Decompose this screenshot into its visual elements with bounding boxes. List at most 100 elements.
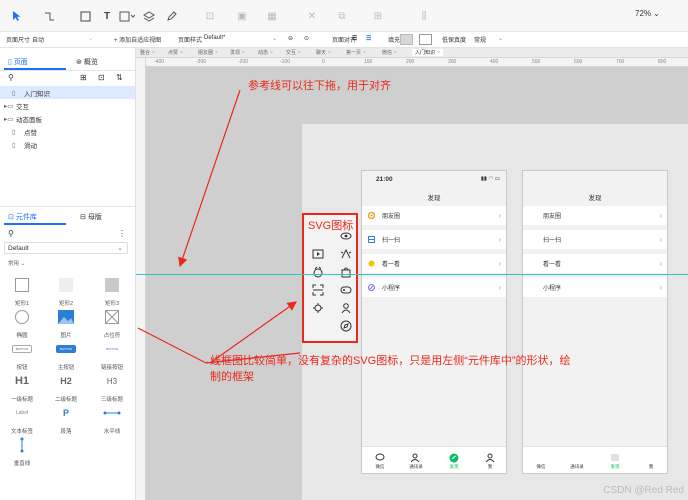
add-adaptive-view-button[interactable]: + 添加自适应视图 [114,35,161,44]
page-style-select[interactable]: Default* [204,35,225,41]
horizontal-line-icon [103,403,121,423]
pen-tool-icon[interactable] [164,9,178,23]
library-menu-icon[interactable]: ⋮ [118,229,126,238]
page-tree-item-label: 动态面板 [16,116,42,124]
page-tree-item[interactable]: ▸▭ 动态面板 [0,112,135,125]
widget-item[interactable]: P 段落 [46,401,86,441]
tab-outline-label: 概览 [83,59,98,66]
library-search-icon[interactable]: ⚲ [8,229,14,238]
page-tree-item-label: 点赞 [24,129,37,137]
crop-icon[interactable]: ⊡ [204,9,216,23]
page-tree-item[interactable]: ▯ 入门知识 [0,86,135,99]
layers-tool-icon[interactable] [140,9,162,23]
rotate-icon[interactable]: ⫼ [418,9,430,23]
property-bar: 页面尺寸 自动 ⌄ + 添加自适应视图 页面样式 Default* ⌄ ⊖ ⊙ … [0,32,688,48]
image-tool-icon[interactable] [116,9,138,23]
link-button-shape: BUTTON [105,347,119,351]
canvas-page-tab[interactable]: 第一页 × [346,49,366,56]
tab-pages[interactable]: ▯ 页面 [8,57,28,67]
canvas-page-tab[interactable]: 入门知识 × [412,49,443,56]
page-tree-item[interactable]: ▯ 滑动 [0,138,135,151]
close-tab-icon[interactable]: × [394,50,397,56]
page-icon: ▯ [12,141,16,149]
page-style-icon[interactable]: ⊖ [288,35,293,42]
canvas-page-tab[interactable]: 聊天 × [316,49,331,56]
section-common[interactable]: 常用 ⌄ [8,259,25,267]
tab-masters[interactable]: ⊟ 母版 [80,212,102,222]
page-icon: ▯ [12,128,16,136]
align-center-icon[interactable]: ☰ [366,35,371,42]
group-icon[interactable]: ▣ [236,9,248,23]
page-size-select[interactable]: 自动 [32,35,44,44]
select-tool-icon[interactable] [8,9,26,23]
tab-library-label: 元件库 [15,214,37,221]
zoom-level[interactable]: 72% ⌄ [635,9,660,18]
annotation-bottom-text-line1: 线框图比较简单，没有复杂的SVG图标，只是用左侧“元件库中”的形状，绘 [210,355,571,367]
close-tab-icon[interactable]: × [270,50,273,56]
close-tab-icon[interactable]: × [152,50,155,56]
close-tab-icon[interactable]: × [215,50,218,56]
ellipse-shape [15,307,29,327]
close-tab-icon[interactable]: × [437,50,440,56]
close-tab-icon[interactable]: × [242,50,245,56]
close-tab-icon[interactable]: × [180,50,183,56]
lock-icon[interactable]: ⊞ [372,9,384,23]
page-tree-item[interactable]: ▸▭ 交互 [0,99,135,112]
low-fidelity-select[interactable]: 常规 [474,35,486,44]
masters-icon: ⊟ [80,214,86,221]
low-fidelity-label: 低保真度 [442,38,467,44]
h2-glyph: H2 [60,376,72,386]
canvas-page-tab[interactable]: 点赞 × [168,49,183,56]
connector-tool-icon[interactable] [42,9,56,23]
canvas-page-tab-label: 入门知识 [415,50,436,56]
close-tab-icon[interactable]: × [363,50,366,56]
library-icon: ⊡ [8,214,14,221]
close-tab-icon[interactable]: × [298,50,301,56]
widget-item[interactable]: 垂直线 [2,433,42,473]
fill-color-swatch[interactable] [400,34,413,45]
canvas-page-tab[interactable]: 发现 × [230,49,245,56]
collapse-icon[interactable]: ⇅ [116,73,123,82]
add-folder-icon[interactable]: ⊡ [98,73,105,82]
library-select-value: Default [8,245,29,252]
fill-image-button[interactable] [419,34,432,45]
distribute-icon[interactable]: ✕ [306,9,318,23]
annotation-arrows [137,89,301,364]
fill-label: 填充 [388,38,401,44]
canvas-page-tab[interactable]: 整合 × [140,49,155,56]
divider [0,206,135,207]
canvas-page-tab-label: 整合 [140,50,151,56]
widget-label: 段落 [60,429,72,435]
page-icon: ▯ [12,89,16,97]
tab-library-underline [4,223,66,225]
divider [0,70,135,71]
canvas-page-tab-label: 点赞 [168,50,179,56]
folder-icon: ▸▭ [4,115,14,123]
canvas-page-tab[interactable]: 微信 × [382,49,397,56]
add-page-icon[interactable]: ⊞ [80,73,87,82]
tab-outline[interactable]: ⊛ 概览 [76,57,98,67]
page-tree-item[interactable]: ▯ 点赞 [0,125,135,138]
text-tool-icon[interactable]: T [100,9,114,23]
page-tree-item-label: 入门知识 [24,90,50,98]
canvas-page-tab[interactable]: 动态 × [258,49,273,56]
tab-pages-label: 页面 [13,59,28,66]
canvas-page-tab-label: 朋友圈 [198,50,214,56]
library-select[interactable]: Default ⌄ [4,242,128,254]
align-left-icon[interactable]: ☰ [352,35,357,42]
widget-item[interactable]: 水平线 [92,401,132,441]
vertical-line-icon [19,435,25,455]
page-style-edit-icon[interactable]: ⊙ [304,35,309,42]
close-tab-icon[interactable]: × [328,50,331,56]
canvas-page-tab[interactable]: 交互 × [286,49,301,56]
bring-front-icon[interactable]: ⧉ [336,9,348,23]
canvas-page-tab-label: 动态 [258,50,269,56]
canvas-page-tab[interactable]: 朋友圈 × [198,49,218,56]
rectangle-tool-icon[interactable] [78,9,92,23]
tab-library[interactable]: ⊡ 元件库 [8,212,37,222]
search-icon[interactable]: ⚲ [8,73,14,82]
paragraph-glyph: P [62,408,69,418]
align-icon[interactable]: ▦ [266,9,278,23]
button-shape: BUTTON [12,339,32,359]
page-tree-item-label: 交互 [16,103,29,111]
